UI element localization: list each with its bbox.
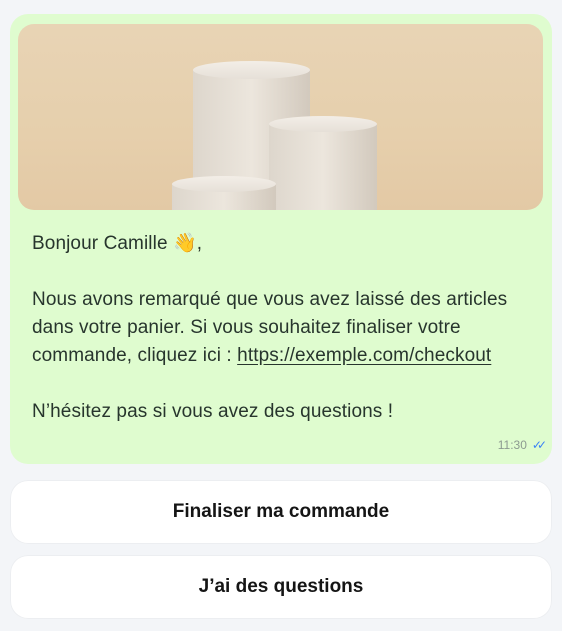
message-greeting: Bonjour Camille 👋, — [32, 233, 203, 254]
message-closing: N’hésitez pas si vous avez des questions… — [32, 401, 394, 422]
message-bubble: Bonjour Camille 👋, Nous avons remarqué q… — [10, 14, 552, 464]
message-text: Bonjour Camille 👋, Nous avons remarqué q… — [32, 230, 532, 426]
podium-illustration — [172, 61, 377, 210]
message-time: 11:30 — [497, 438, 527, 452]
checkout-link[interactable]: https://exemple.com/checkout — [237, 345, 491, 366]
message-image[interactable] — [18, 24, 543, 210]
chat-view: Bonjour Camille 👋, Nous avons remarqué q… — [0, 0, 562, 631]
message-meta: 11:30 ✓✓ — [497, 438, 547, 452]
finalize-order-button[interactable]: Finaliser ma commande — [10, 480, 552, 544]
message-body: Nous avons remarqué que vous avez laissé… — [32, 286, 532, 370]
double-check-icon: ✓✓ — [531, 438, 547, 452]
questions-button[interactable]: J’ai des questions — [10, 555, 552, 619]
